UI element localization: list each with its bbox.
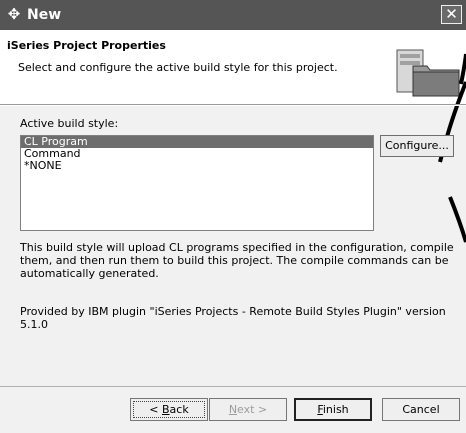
back-label-rest: ack	[169, 403, 189, 416]
page-title: iSeries Project Properties	[7, 39, 166, 52]
finish-label-rest: inish	[322, 403, 349, 416]
page-description: Select and configure the active build st…	[18, 61, 338, 74]
title-bar: ✥ New ✕	[0, 0, 466, 30]
back-label-prefix: <	[149, 403, 162, 416]
next-button[interactable]: Next >	[209, 398, 287, 421]
wizard-new-icon: ✥	[7, 5, 21, 23]
cancel-button[interactable]: Cancel	[382, 398, 460, 421]
connector-wire-graphic	[438, 81, 466, 243]
build-style-list[interactable]: CL Program Command *NONE	[20, 135, 374, 231]
next-label-rest: ext >	[237, 403, 268, 416]
header-separator-highlight	[0, 105, 466, 106]
back-button[interactable]: < Back	[130, 398, 208, 421]
finish-button[interactable]: Finish	[294, 398, 372, 421]
wizard-window: ✥ New ✕ iSeries Project Properties Selec…	[0, 0, 466, 433]
configure-button[interactable]: Configure...	[380, 135, 454, 157]
build-style-description: This build style will upload CL programs…	[20, 241, 454, 280]
wizard-header: iSeries Project Properties Select and co…	[0, 30, 466, 243]
list-item-none[interactable]: *NONE	[21, 160, 373, 172]
next-label-mnemonic: N	[228, 403, 238, 416]
plugin-provider-text: Provided by IBM plugin "iSeries Projects…	[20, 305, 446, 331]
button-bar-separator	[0, 386, 466, 387]
close-button[interactable]: ✕	[441, 5, 462, 24]
list-item-command[interactable]: Command	[21, 148, 373, 160]
active-build-style-label: Active build style:	[20, 117, 119, 130]
back-label-mnemonic: B	[162, 403, 170, 416]
window-title: New	[27, 7, 62, 23]
